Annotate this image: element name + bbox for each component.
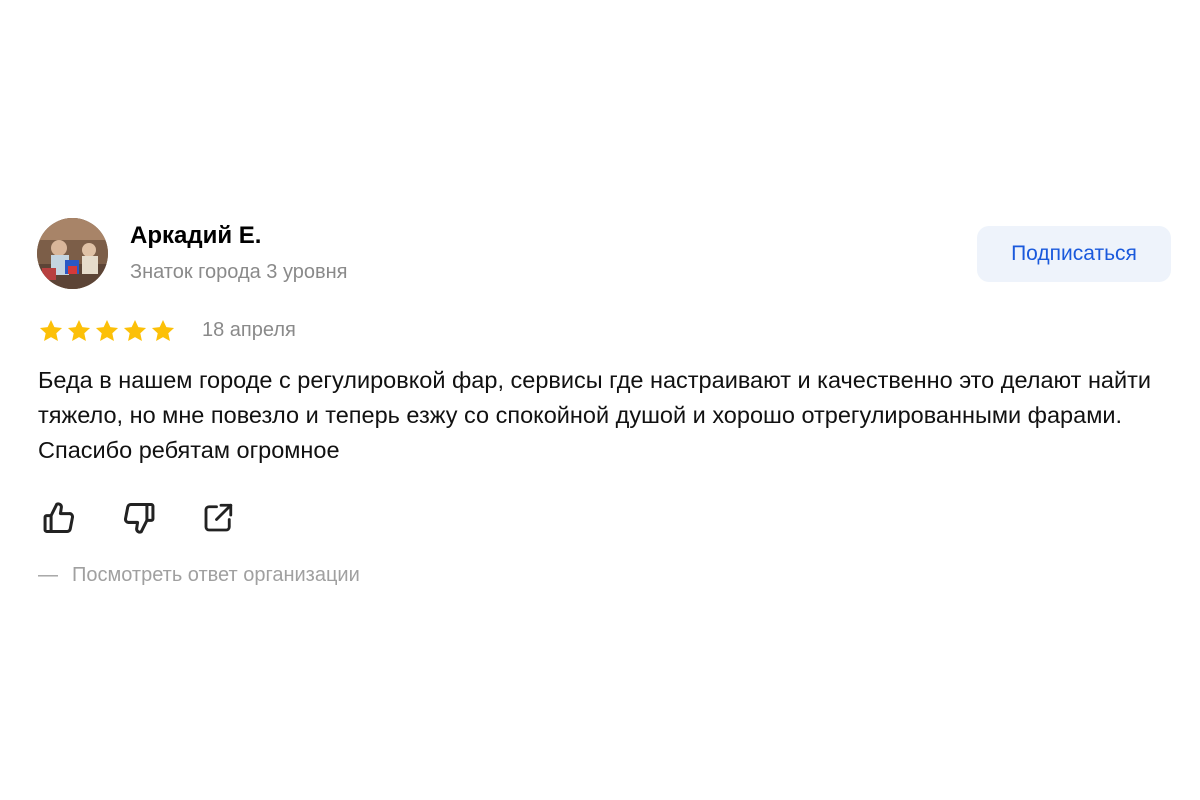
like-button[interactable] <box>39 498 79 538</box>
share-icon <box>204 503 233 532</box>
reply-dash: — <box>38 564 58 586</box>
star-icon <box>95 319 119 341</box>
dislike-button[interactable] <box>119 498 159 538</box>
thumbs-up-icon <box>43 502 74 533</box>
star-icon <box>67 319 91 341</box>
star-icon <box>151 319 175 341</box>
review-card: Аркадий Е. Знаток города 3 уровня Подпис… <box>0 0 1200 800</box>
view-organization-reply-link[interactable]: — Посмотреть ответ организации <box>38 564 360 587</box>
avatar-photo <box>37 218 108 289</box>
author-name[interactable]: Аркадий Е. <box>130 222 261 250</box>
thumbs-down-icon <box>124 503 155 534</box>
review-text: Беда в нашем городе с регулировкой фар, … <box>38 367 1152 463</box>
avatar[interactable] <box>37 218 108 289</box>
review-date: 18 апреля <box>202 319 296 341</box>
star-icon <box>123 319 147 341</box>
author-level: Знаток города 3 уровня <box>130 261 348 283</box>
subscribe-button[interactable]: Подписаться <box>977 226 1171 282</box>
star-rating <box>38 318 176 344</box>
view-organization-reply-label: Посмотреть ответ организации <box>72 564 360 586</box>
share-button[interactable] <box>198 498 238 538</box>
star-icon <box>39 319 63 341</box>
